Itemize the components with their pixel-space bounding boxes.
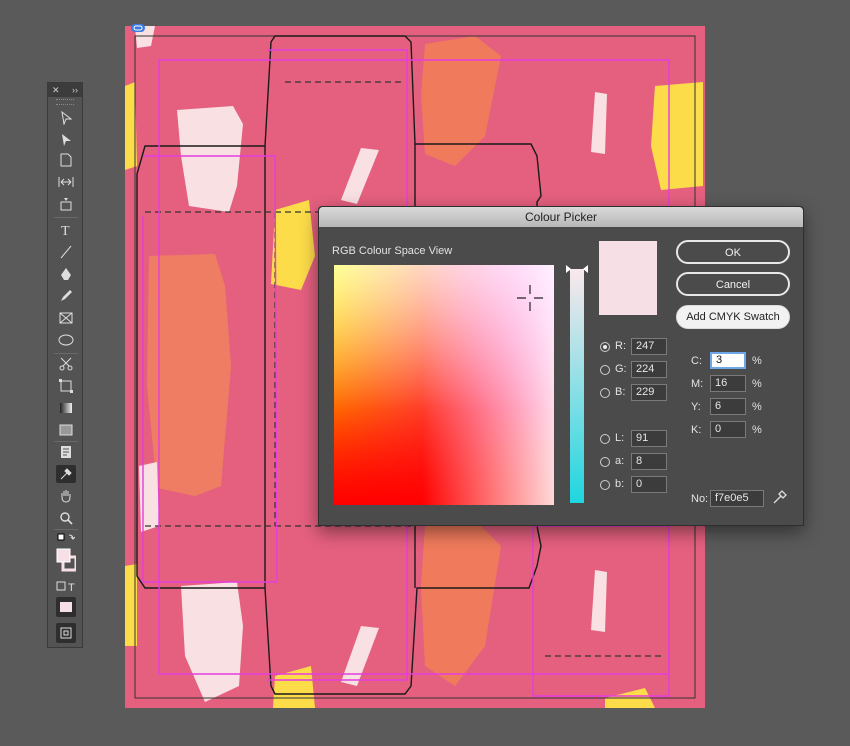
lab-b-field[interactable]: 0 [631,476,667,493]
add-cmyk-swatch-button[interactable]: Add CMYK Swatch [676,305,790,329]
ok-button[interactable]: OK [676,240,790,264]
m-field[interactable]: 16 [710,375,746,392]
hex-field[interactable]: f7e0e5 [710,490,764,507]
l-field[interactable]: 91 [631,430,667,447]
colour-picker-dialog: Colour Picker RGB Colour Space View R: 2… [318,206,804,526]
svg-text:T: T [68,582,75,593]
m-label: M: [691,378,704,390]
free-transform-tool-icon[interactable] [56,377,76,395]
slider-thumb-icon[interactable] [566,265,588,273]
close-panel-button[interactable]: ✕ [52,83,60,97]
g-field[interactable]: 224 [631,361,667,378]
k-label: K: [691,424,702,436]
zoom-tool-icon[interactable] [56,509,76,527]
c-unit: % [752,355,762,367]
gradient-feather-tool-icon[interactable] [56,421,76,439]
lab-b-channel-radio[interactable] [600,480,610,490]
new-colour-preview [599,241,657,315]
tools-panel: ✕ ›› T T [47,82,83,648]
line-tool-icon[interactable] [56,243,76,261]
a-channel-radio[interactable] [600,457,610,467]
pencil-tool-icon[interactable] [56,287,76,305]
r-field[interactable]: 247 [631,338,667,355]
direct-selection-tool-icon[interactable] [56,131,76,149]
g-channel-radio[interactable] [600,365,610,375]
dialog-title: Colour Picker [319,207,803,227]
rectangle-frame-tool-icon[interactable] [56,309,76,327]
colour-space-label: RGB Colour Space View [332,245,453,257]
b-field[interactable]: 229 [631,384,667,401]
fill-stroke-swatch[interactable] [56,547,76,573]
r-channel-radio[interactable] [600,342,610,352]
c-field[interactable]: 3 [710,352,746,369]
scissors-tool-icon[interactable] [56,355,76,373]
ellipse-tool-icon[interactable] [56,331,76,349]
y-label: Y: [691,401,701,413]
c-label: C: [691,355,702,367]
b-channel-radio[interactable] [600,388,610,398]
colour-slider[interactable] [570,269,584,503]
l-label: L: [615,432,625,444]
lab-b-label: b: [615,478,625,490]
pen-tool-icon[interactable] [56,265,76,283]
apply-color-icon[interactable] [56,597,76,617]
note-tool-icon[interactable] [56,443,76,461]
tools-panel-titlebar: ✕ ›› [48,83,82,97]
colour-crosshair-icon[interactable] [515,283,545,313]
m-unit: % [752,378,762,390]
screen-mode-icon[interactable] [56,623,76,643]
hex-label: No: [691,493,709,505]
b-label: B: [615,386,626,398]
k-field[interactable]: 0 [710,421,746,438]
k-unit: % [752,424,762,436]
gradient-swatch-tool-icon[interactable] [56,399,76,417]
svg-text:T: T [61,224,70,237]
collapse-panel-button[interactable]: ›› [72,83,78,97]
eyedropper-icon[interactable] [771,488,789,506]
type-tool-icon[interactable]: T [56,221,76,239]
link-badge-icon [130,20,146,32]
page-tool-icon[interactable] [56,151,76,169]
hand-tool-icon[interactable] [56,487,76,505]
content-collector-tool-icon[interactable] [56,195,76,213]
cancel-button[interactable]: Cancel [676,272,790,296]
selection-tool-icon[interactable] [56,109,76,127]
y-unit: % [752,401,762,413]
formatting-affects-container-icon[interactable]: T [56,577,76,595]
panel-grip[interactable] [56,99,74,105]
g-label: G: [615,363,627,375]
colour-field[interactable] [334,265,554,505]
gap-tool-icon[interactable] [56,173,76,191]
a-field[interactable]: 8 [631,453,667,470]
y-field[interactable]: 6 [710,398,746,415]
l-channel-radio[interactable] [600,434,610,444]
r-label: R: [615,340,626,352]
a-label: a: [615,455,625,467]
eyedropper-tool-icon[interactable] [56,465,76,483]
